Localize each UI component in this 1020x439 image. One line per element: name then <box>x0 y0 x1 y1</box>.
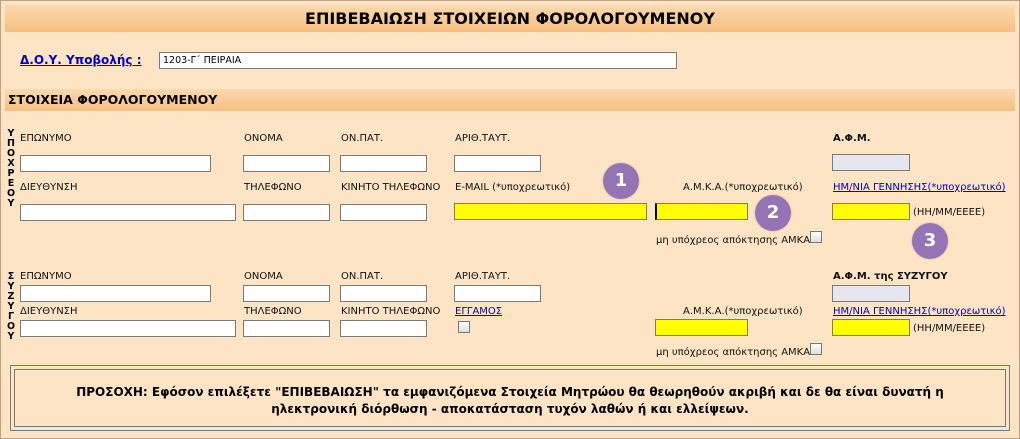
spouse-phone-label: ΤΗΛΕΦΩΝΟ <box>244 306 302 317</box>
side-letter: Υ <box>7 198 15 209</box>
warning-text: ΠΡΟΣΟΧΗ: Εφόσον επιλέξετε "ΕΠΙΒΕΒΑΙΩΣΗ" … <box>14 369 1006 427</box>
spouse-phone-input[interactable] <box>243 320 330 337</box>
spouse-no-amka-checkbox[interactable] <box>810 343 822 355</box>
spouse-amka-label: Α.Μ.Κ.Α.(*υποχρεωτικό) <box>683 306 803 317</box>
mobile-input[interactable] <box>340 204 427 221</box>
name-label: ΟΝΟΜΑ <box>244 133 283 144</box>
married-checkbox[interactable] <box>458 321 470 333</box>
surname-input[interactable] <box>20 155 211 172</box>
spouse-father-name-label: ΟΝ.ΠΑΤ. <box>341 271 384 282</box>
surname-label: ΕΠΩΝΥΜΟ <box>20 133 72 144</box>
birthdate-input[interactable] <box>832 203 910 220</box>
spouse-amka-input[interactable] <box>655 319 748 336</box>
spouse-father-name-input[interactable] <box>340 285 427 302</box>
page-title: ΕΠΙΒΕΒΑΙΩΣΗ ΣΤΟΙΧΕΙΩΝ ΦΟΡΟΛΟΓΟΥΜΕΝΟΥ <box>5 5 1015 32</box>
phone-input[interactable] <box>243 204 330 221</box>
spouse-side-label: Σ Υ Ζ Υ Γ Ο Υ <box>6 272 16 342</box>
amka-label: Α.Μ.Κ.Α.(*υποχρεωτικό) <box>683 182 803 193</box>
spouse-afm-label: Α.Φ.Μ. της ΣΥΖΥΓΟΥ <box>833 271 948 282</box>
phone-label: ΤΗΛΕΦΩΝΟ <box>244 182 302 193</box>
no-amka-label: μη υπόχρεος απόκτησης ΑΜΚΑ <box>656 235 811 246</box>
date-format-hint: (ΗΗ/ΜΜ/ΕΕΕΕ) <box>913 207 986 218</box>
id-number-input[interactable] <box>454 155 541 172</box>
marker-3: 3 <box>912 223 948 259</box>
father-name-input[interactable] <box>340 155 427 172</box>
afm-label: Α.Φ.Μ. <box>833 133 871 144</box>
side-letter: Υ <box>7 331 15 342</box>
birthdate-label-link[interactable]: ΗΜ/ΝΙΑ ΓΕΝΝΗΣΗΣ(*υποχρεωτικό) <box>833 182 1006 193</box>
spouse-name-input[interactable] <box>243 285 330 302</box>
spouse-afm-input <box>832 285 910 302</box>
spouse-id-number-input[interactable] <box>454 285 541 302</box>
spouse-birthdate-label-link[interactable]: ΗΜ/ΝΙΑ ΓΕΝΝΗΣΗΣ(*υποχρεωτικό) <box>833 306 1006 317</box>
email-input[interactable] <box>454 203 647 220</box>
section-title: ΣΤΟΙΧΕΙΑ ΦΟΡΟΛΟΓΟΥΜΕΝΟΥ <box>5 89 1015 111</box>
spouse-surname-input[interactable] <box>20 285 211 302</box>
no-amka-checkbox[interactable] <box>810 231 822 243</box>
spouse-no-amka-label: μη υπόχρεος απόκτησης ΑΜΚΑ <box>656 347 811 358</box>
father-name-label: ΟΝ.ΠΑΤ. <box>341 133 384 144</box>
spouse-address-input[interactable] <box>20 320 236 337</box>
spouse-name-label: ΟΝΟΜΑ <box>244 271 283 282</box>
married-link[interactable]: ΕΓΓΑΜΟΣ <box>455 306 502 317</box>
warning-line-2: ηλεκτρονική διόρθωση - αποκατάσταση τυχό… <box>271 402 749 416</box>
marker-2: 2 <box>755 195 791 231</box>
doy-input[interactable] <box>159 52 677 69</box>
obligee-side-label: Υ Π Ο Χ Ρ Ε Ο Υ <box>6 129 16 209</box>
doy-label-link[interactable]: Δ.Ο.Υ. Υποβολής : <box>20 53 142 67</box>
spouse-id-number-label: ΑΡΙΘ.ΤΑΥΤ. <box>455 271 511 282</box>
email-label: E-MAIL (*υποχρεωτικό) <box>455 182 571 193</box>
amka-input[interactable] <box>655 203 748 220</box>
name-input[interactable] <box>243 155 330 172</box>
mobile-label: ΚΙΝΗΤΟ ΤΗΛΕΦΩΝΟ <box>341 182 441 193</box>
address-input[interactable] <box>20 204 236 221</box>
spouse-date-format-hint: (ΗΗ/ΜΜ/ΕΕΕΕ) <box>913 323 986 334</box>
warning-box: ΠΡΟΣΟΧΗ: Εφόσον επιλέξετε "ΕΠΙΒΕΒΑΙΩΣΗ" … <box>10 365 1010 431</box>
afm-input <box>832 154 910 171</box>
marker-1: 1 <box>603 163 639 199</box>
spouse-mobile-input[interactable] <box>340 320 427 337</box>
id-number-label: ΑΡΙΘ.ΤΑΥΤ. <box>455 133 511 144</box>
spouse-address-label: ΔΙΕΥΘΥΝΣΗ <box>20 306 78 317</box>
spouse-mobile-label: ΚΙΝΗΤΟ ΤΗΛΕΦΩΝΟ <box>341 306 441 317</box>
address-label: ΔΙΕΥΘΥΝΣΗ <box>20 182 78 193</box>
warning-line-1: ΠΡΟΣΟΧΗ: Εφόσον επιλέξετε "ΕΠΙΒΕΒΑΙΩΣΗ" … <box>76 385 944 399</box>
spouse-surname-label: ΕΠΩΝΥΜΟ <box>20 271 72 282</box>
spouse-birthdate-input[interactable] <box>832 319 910 336</box>
